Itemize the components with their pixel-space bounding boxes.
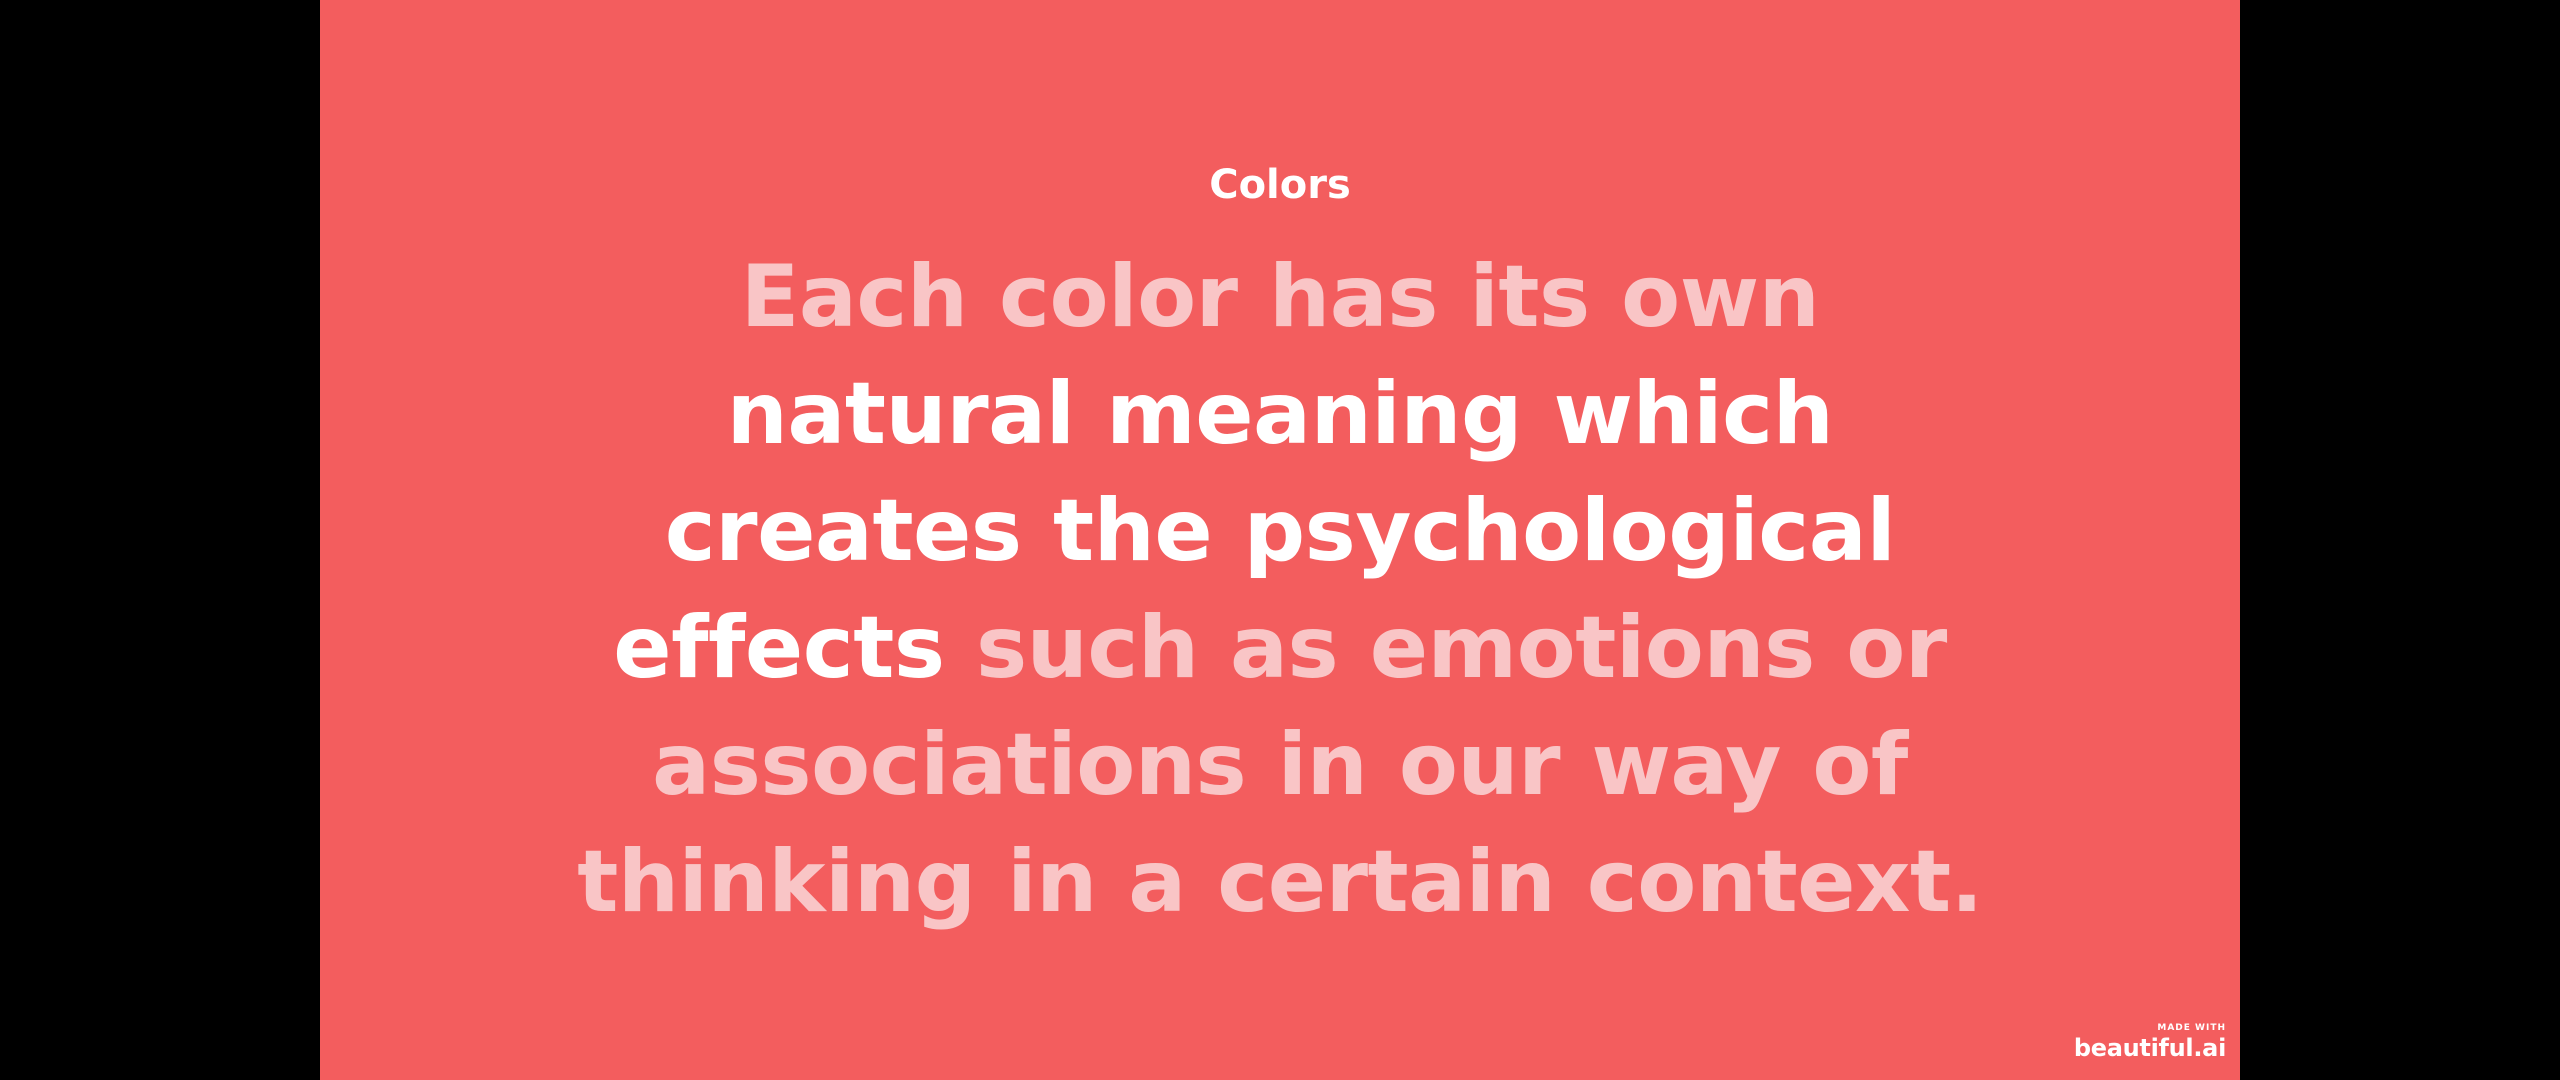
quote-line: creates the psychological	[480, 473, 2080, 590]
quote-line: effects such as emotions or	[480, 590, 2080, 707]
presentation-slide: Colors Each color has its own natural me…	[320, 0, 2240, 1080]
quote-line: thinking in a certain context.	[480, 824, 2080, 941]
made-with-badge[interactable]: MADE WITH beautiful.ai	[2074, 1022, 2226, 1062]
quote-segment-emphasis: natural meaning which	[726, 364, 1834, 464]
quote-line: associations in our way of	[480, 707, 2080, 824]
quote-segment-emphasis: creates the psychological	[664, 481, 1896, 581]
quote-segment-muted: associations in our way of	[652, 715, 1908, 815]
quote-segment-muted: thinking in a certain context.	[577, 832, 1983, 932]
slide-title: Colors	[1209, 162, 1351, 208]
badge-caption: MADE WITH	[2157, 1023, 2226, 1033]
quote-segment-emphasis: effects	[613, 598, 945, 698]
quote-line: Each color has its own	[480, 239, 2080, 356]
beautiful-ai-logo: beautiful.ai	[2073, 1034, 2226, 1062]
quote-line: natural meaning which	[480, 356, 2080, 473]
quote-segment-muted: such as emotions or	[944, 598, 1947, 698]
letterbox-viewport: Colors Each color has its own natural me…	[0, 0, 2560, 1080]
quote-text-block: Each color has its own natural meaning w…	[480, 239, 2080, 941]
quote-segment-muted: Each color has its own	[740, 247, 1820, 347]
